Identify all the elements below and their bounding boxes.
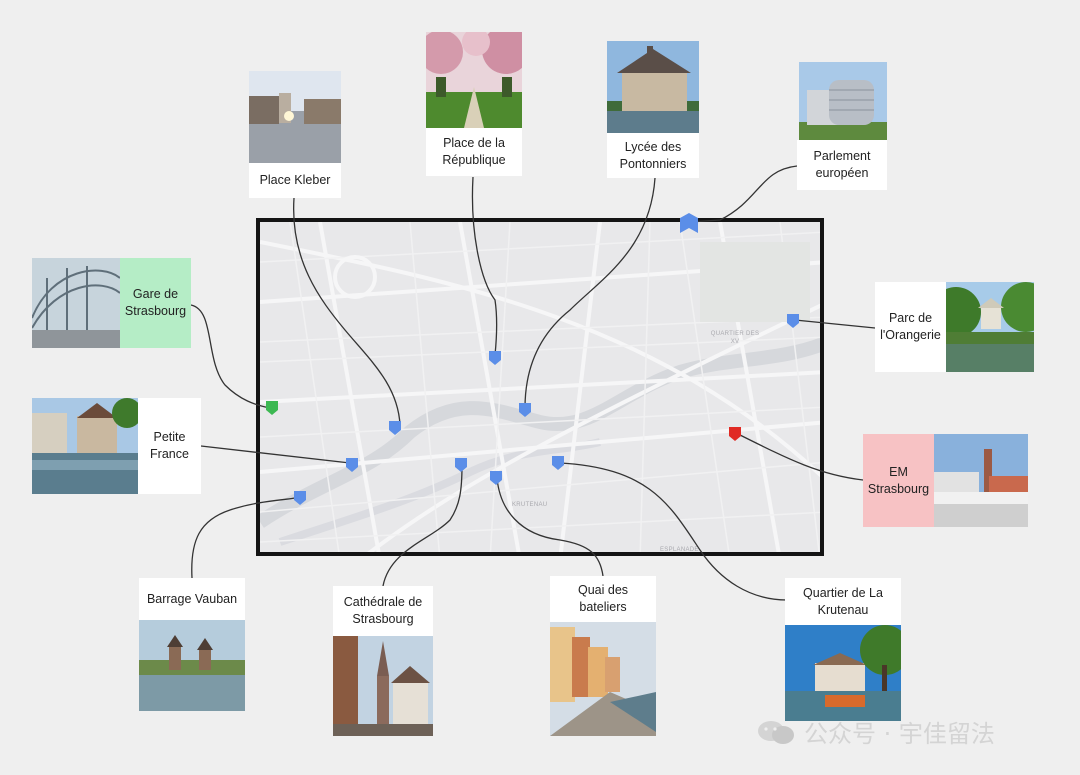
- label-parlement: Parlement européen: [797, 140, 887, 190]
- photo-petite-france: [32, 398, 138, 494]
- label-vauban: Barrage Vauban: [139, 578, 245, 620]
- label-orangerie: Parc de l'Orangerie: [875, 282, 946, 372]
- label-cathedrale: Cathédrale de Strasbourg: [333, 586, 433, 636]
- watermark-text: 公众号 · 宇佳留法: [804, 720, 995, 748]
- label-em: EM Strasbourg: [863, 434, 934, 527]
- map-label-quartier-xv: QUARTIER DES XV: [710, 331, 760, 345]
- label-place-kleber: Place Kleber: [249, 163, 341, 198]
- pin-vauban[interactable]: [293, 490, 307, 506]
- label-petite-france: Petite France: [138, 398, 201, 494]
- pin-cathedrale[interactable]: [454, 457, 468, 473]
- photo-cathedrale: [333, 636, 433, 736]
- watermark: 公众号 · 宇佳留法: [756, 714, 995, 749]
- label-lycee: Lycée des Pontonniers: [607, 133, 699, 178]
- label-gare: Gare de Strasbourg: [120, 258, 191, 348]
- label-krutenau: Quartier de La Krutenau: [785, 578, 901, 625]
- pin-quai[interactable]: [489, 470, 503, 486]
- photo-place-kleber: [249, 71, 341, 163]
- pin-gare[interactable]: [265, 400, 279, 416]
- photo-lycee: [607, 41, 699, 133]
- photo-vauban: [139, 620, 245, 711]
- pin-parlement[interactable]: [679, 212, 699, 234]
- pin-em[interactable]: [728, 426, 742, 442]
- city-map[interactable]: QUARTIER DES XV KRUTENAU ESPLANADE: [256, 218, 824, 556]
- pin-orangerie[interactable]: [786, 313, 800, 329]
- pin-place-kleber[interactable]: [388, 420, 402, 436]
- photo-quai: [550, 622, 656, 736]
- photo-place-republique: [426, 32, 522, 128]
- pin-krutenau[interactable]: [551, 455, 565, 471]
- pin-place-republique[interactable]: [488, 350, 502, 366]
- label-quai: Quai des bateliers: [550, 576, 656, 622]
- pin-petite-france[interactable]: [345, 457, 359, 473]
- photo-krutenau: [785, 625, 901, 721]
- pin-lycee[interactable]: [518, 402, 532, 418]
- photo-parlement: [799, 62, 887, 140]
- label-place-republique: Place de la République: [426, 128, 522, 176]
- photo-em: [934, 434, 1028, 527]
- photo-gare: [32, 258, 120, 348]
- map-label-krutenau: KRUTENAU: [512, 502, 548, 508]
- photo-orangerie: [946, 282, 1034, 372]
- wechat-icon: [758, 720, 794, 744]
- map-label-esplanade: ESPLANADE: [660, 547, 699, 553]
